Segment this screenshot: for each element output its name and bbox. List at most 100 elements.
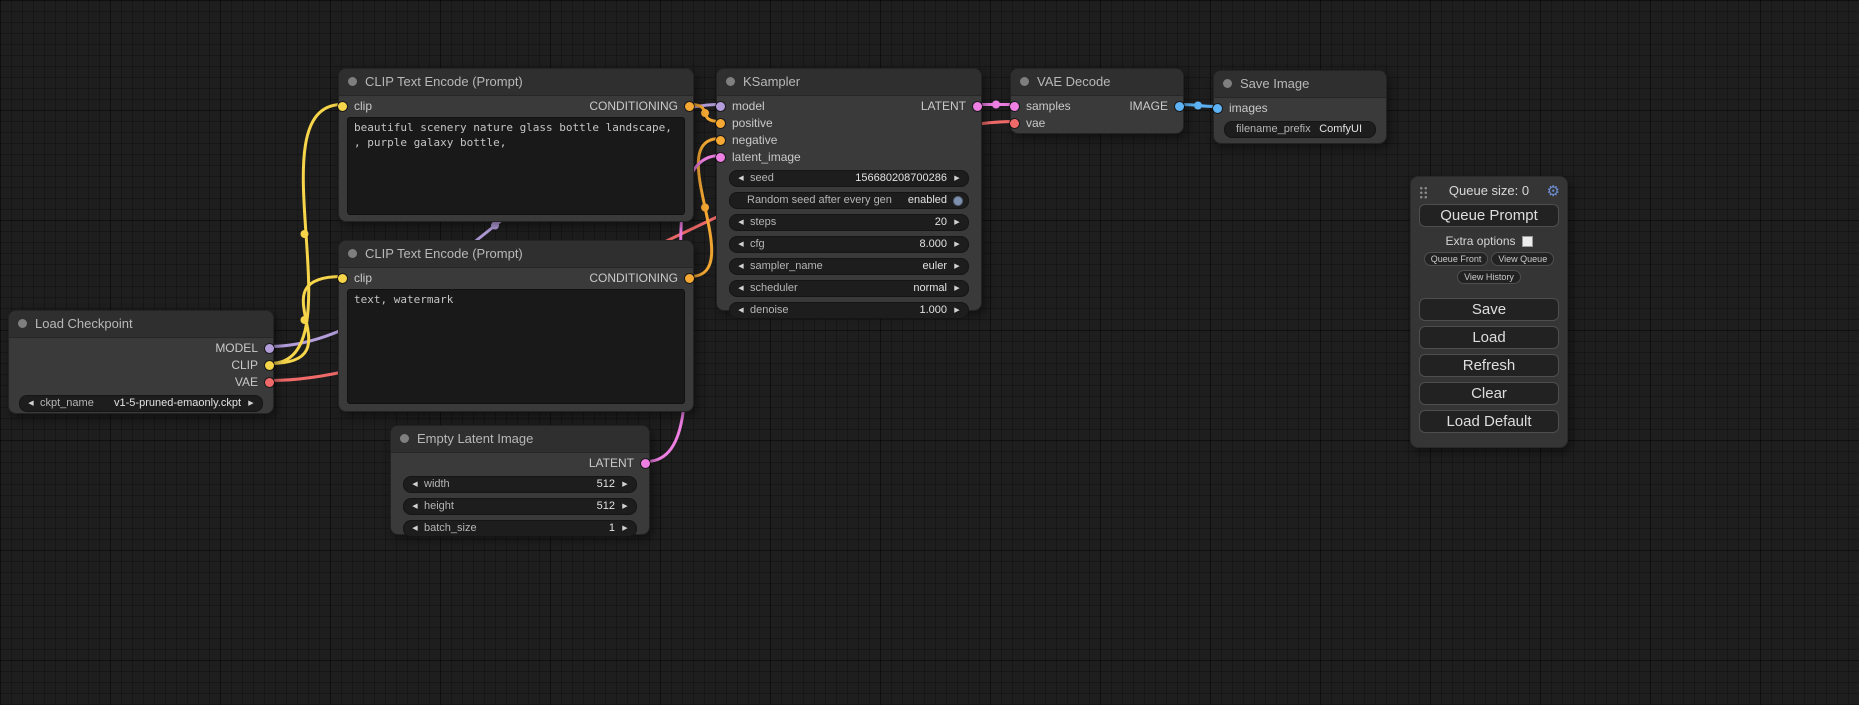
decrement-arrow-icon[interactable] bbox=[409, 499, 421, 514]
decrement-arrow-icon[interactable] bbox=[735, 237, 747, 252]
drag-handle-icon[interactable] bbox=[1419, 186, 1428, 199]
widget-steps[interactable]: steps 20 bbox=[729, 214, 969, 231]
prompt-textarea[interactable]: beautiful scenery nature glass bottle la… bbox=[347, 117, 685, 215]
port-row: positive bbox=[717, 115, 981, 132]
node-title: Load Checkpoint bbox=[35, 316, 133, 331]
node-ksampler[interactable]: KSampler model LATENT positive negative … bbox=[716, 68, 982, 311]
load-button[interactable]: Load bbox=[1419, 326, 1559, 349]
increment-arrow-icon[interactable] bbox=[951, 303, 963, 318]
increment-arrow-icon[interactable] bbox=[951, 215, 963, 230]
collapse-dot-icon[interactable] bbox=[400, 434, 409, 443]
decrement-arrow-icon[interactable] bbox=[735, 303, 747, 318]
next-value-arrow-icon[interactable] bbox=[951, 259, 963, 274]
next-value-arrow-icon[interactable] bbox=[245, 396, 257, 411]
node-titlebar[interactable]: CLIP Text Encode (Prompt) bbox=[339, 241, 693, 268]
widget-sampler-name[interactable]: sampler_name euler bbox=[729, 258, 969, 275]
extra-options-checkbox[interactable] bbox=[1522, 236, 1533, 247]
collapse-dot-icon[interactable] bbox=[348, 249, 357, 258]
save-button[interactable]: Save bbox=[1419, 298, 1559, 321]
increment-arrow-icon[interactable] bbox=[951, 171, 963, 186]
node-empty-latent-image[interactable]: Empty Latent Image LATENT width 512 heig… bbox=[390, 425, 650, 535]
node-titlebar[interactable]: CLIP Text Encode (Prompt) bbox=[339, 69, 693, 96]
widget-name: seed bbox=[750, 171, 774, 186]
widget-random-seed-toggle[interactable]: Random seed after every gen enabled bbox=[729, 192, 969, 209]
widget-value: 512 bbox=[597, 499, 615, 514]
collapse-dot-icon[interactable] bbox=[1020, 77, 1029, 86]
view-history-button[interactable]: View History bbox=[1457, 270, 1521, 284]
node-titlebar[interactable]: Save Image bbox=[1214, 71, 1386, 98]
widget-cfg[interactable]: cfg 8.000 bbox=[729, 236, 969, 253]
queue-prompt-button[interactable]: Queue Prompt bbox=[1419, 204, 1559, 227]
output-port-model[interactable] bbox=[265, 344, 274, 353]
node-vae-decode[interactable]: VAE Decode samples IMAGE vae bbox=[1010, 68, 1184, 134]
port-row: clip CONDITIONING bbox=[339, 270, 693, 287]
collapse-dot-icon[interactable] bbox=[726, 77, 735, 86]
next-value-arrow-icon[interactable] bbox=[951, 281, 963, 296]
node-titlebar[interactable]: VAE Decode bbox=[1011, 69, 1183, 96]
load-default-button[interactable]: Load Default bbox=[1419, 410, 1559, 433]
queue-front-button[interactable]: Queue Front bbox=[1424, 252, 1489, 266]
decrement-arrow-icon[interactable] bbox=[735, 215, 747, 230]
widget-scheduler[interactable]: scheduler normal bbox=[729, 280, 969, 297]
output-port-conditioning[interactable] bbox=[685, 274, 694, 283]
prev-value-arrow-icon[interactable] bbox=[735, 259, 747, 274]
input-label-vae: vae bbox=[1026, 115, 1045, 132]
node-title: KSampler bbox=[743, 74, 800, 89]
input-port-latent-image[interactable] bbox=[716, 153, 725, 162]
decrement-arrow-icon[interactable] bbox=[409, 521, 421, 536]
input-port-images[interactable] bbox=[1213, 104, 1222, 113]
input-port-positive[interactable] bbox=[716, 119, 725, 128]
input-label-positive: positive bbox=[732, 115, 773, 132]
output-port-vae[interactable] bbox=[265, 378, 274, 387]
refresh-button[interactable]: Refresh bbox=[1419, 354, 1559, 377]
widget-ckpt-name[interactable]: ckpt_name v1-5-pruned-emaonly.ckpt bbox=[19, 395, 263, 412]
widget-value: v1-5-pruned-emaonly.ckpt bbox=[114, 396, 241, 411]
prompt-textarea[interactable]: text, watermark bbox=[347, 289, 685, 404]
widget-denoise[interactable]: denoise 1.000 bbox=[729, 302, 969, 319]
widget-width[interactable]: width 512 bbox=[403, 476, 637, 493]
input-port-vae[interactable] bbox=[1010, 119, 1019, 128]
input-port-clip[interactable] bbox=[338, 102, 347, 111]
settings-gear-icon[interactable]: ⚙ bbox=[1547, 182, 1560, 202]
widget-seed[interactable]: seed 156680208700286 bbox=[729, 170, 969, 187]
decrement-arrow-icon[interactable] bbox=[735, 171, 747, 186]
decrement-arrow-icon[interactable] bbox=[409, 477, 421, 492]
wire-clip2-midpoint-dot bbox=[301, 316, 309, 324]
node-titlebar[interactable]: KSampler bbox=[717, 69, 981, 96]
clear-button[interactable]: Clear bbox=[1419, 382, 1559, 405]
prev-value-arrow-icon[interactable] bbox=[735, 281, 747, 296]
increment-arrow-icon[interactable] bbox=[619, 477, 631, 492]
node-titlebar[interactable]: Empty Latent Image bbox=[391, 426, 649, 453]
input-port-negative[interactable] bbox=[716, 136, 725, 145]
toggle-knob-icon[interactable] bbox=[953, 196, 963, 206]
input-port-model[interactable] bbox=[716, 102, 725, 111]
node-clip-text-encode-positive[interactable]: CLIP Text Encode (Prompt) clip CONDITION… bbox=[338, 68, 694, 222]
wire-latent-midpoint-dot bbox=[992, 101, 1000, 109]
collapse-dot-icon[interactable] bbox=[348, 77, 357, 86]
increment-arrow-icon[interactable] bbox=[951, 237, 963, 252]
node-save-image[interactable]: Save Image images filename_prefix ComfyU… bbox=[1213, 70, 1387, 144]
port-row: LATENT bbox=[391, 455, 649, 472]
widget-filename-prefix[interactable]: filename_prefix ComfyUI bbox=[1224, 121, 1376, 138]
node-titlebar[interactable]: Load Checkpoint bbox=[9, 311, 273, 338]
prev-value-arrow-icon[interactable] bbox=[25, 396, 37, 411]
collapse-dot-icon[interactable] bbox=[18, 319, 27, 328]
collapse-dot-icon[interactable] bbox=[1223, 79, 1232, 88]
increment-arrow-icon[interactable] bbox=[619, 521, 631, 536]
increment-arrow-icon[interactable] bbox=[619, 499, 631, 514]
view-queue-button[interactable]: View Queue bbox=[1491, 252, 1554, 266]
node-clip-text-encode-negative[interactable]: CLIP Text Encode (Prompt) clip CONDITION… bbox=[338, 240, 694, 412]
output-port-latent[interactable] bbox=[641, 459, 650, 468]
widget-height[interactable]: height 512 bbox=[403, 498, 637, 515]
output-port-clip[interactable] bbox=[265, 361, 274, 370]
output-port-latent[interactable] bbox=[973, 102, 982, 111]
node-load-checkpoint[interactable]: Load Checkpoint MODEL CLIP VAE ckpt_name… bbox=[8, 310, 274, 414]
queue-menu-panel: Queue size: 0 ⚙ Queue Prompt Extra optio… bbox=[1410, 176, 1568, 448]
input-port-samples[interactable] bbox=[1010, 102, 1019, 111]
queue-panel-header: Queue size: 0 ⚙ bbox=[1411, 180, 1567, 204]
input-port-clip[interactable] bbox=[338, 274, 347, 283]
output-port-image[interactable] bbox=[1175, 102, 1184, 111]
port-row: clip CONDITIONING bbox=[339, 98, 693, 115]
widget-batch-size[interactable]: batch_size 1 bbox=[403, 520, 637, 537]
output-port-conditioning[interactable] bbox=[685, 102, 694, 111]
